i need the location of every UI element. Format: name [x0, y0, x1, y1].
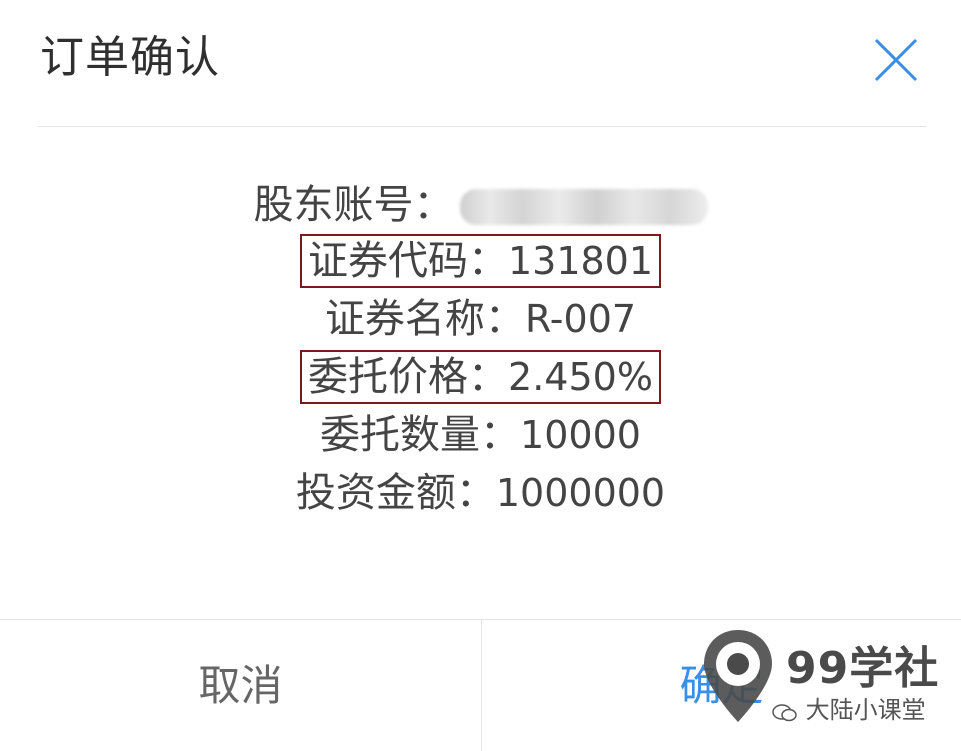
- price-highlight-box: 委托价格：2.450%: [300, 350, 661, 404]
- close-button[interactable]: [868, 32, 924, 88]
- quantity-label: 委托数量：: [320, 412, 521, 458]
- close-icon: [874, 38, 918, 82]
- code-highlight-box: 证券代码：131801: [299, 234, 662, 288]
- header-divider: [38, 126, 926, 127]
- price-label: 委托价格：: [308, 354, 509, 400]
- quantity-row: 委托数量：10000: [0, 406, 961, 464]
- amount-row: 投资金额：1000000: [0, 464, 961, 522]
- amount-label: 投资金额：: [295, 470, 496, 516]
- price-row: 委托价格：2.450%: [0, 348, 961, 406]
- name-label: 证券名称：: [324, 296, 525, 342]
- name-row: 证券名称：R-007: [0, 290, 961, 348]
- account-label: 股东账号：: [253, 182, 454, 228]
- name-value: R-007: [524, 297, 637, 341]
- price-value: 2.450%: [508, 355, 653, 399]
- cancel-button[interactable]: 取消: [0, 620, 481, 751]
- confirm-button[interactable]: 确定: [482, 620, 961, 751]
- quantity-value: 10000: [520, 413, 641, 457]
- order-confirm-dialog: 订单确认 股东账号：0001230707 证券代码：131801 证券名称：R-…: [0, 0, 961, 751]
- account-row: 股东账号：0001230707: [0, 176, 961, 234]
- code-label: 证券代码：: [307, 238, 508, 284]
- amount-value: 1000000: [495, 471, 666, 515]
- dialog-title: 订单确认: [40, 32, 220, 83]
- code-value: 131801: [507, 239, 654, 283]
- account-value-masked: 0001230707: [459, 189, 708, 225]
- code-row: 证券代码：131801: [0, 232, 961, 290]
